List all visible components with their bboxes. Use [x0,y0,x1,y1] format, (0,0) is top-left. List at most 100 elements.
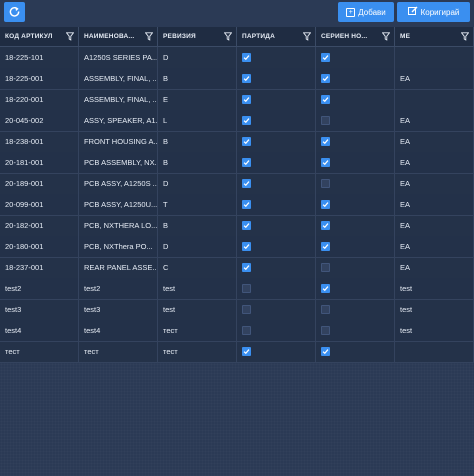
cell-unit: EA [395,257,474,278]
column-header-name[interactable]: НАИМЕНОВА... [79,27,158,46]
cell-rev: D [158,47,237,68]
table-row[interactable]: 18-220-001 ASSEMBLY, FINAL, ... E [0,89,474,111]
cell-code: test2 [0,278,79,299]
cell-serial [316,110,395,131]
batch-checkbox[interactable] [242,305,251,314]
serial-checkbox[interactable] [321,137,330,146]
serial-checkbox[interactable] [321,221,330,230]
cell-serial [316,320,395,341]
cell-unit [395,341,474,362]
batch-checkbox[interactable] [242,74,251,83]
batch-checkbox[interactable] [242,95,251,104]
filter-icon[interactable] [65,32,75,41]
column-header-code[interactable]: КОД АРТИКУЛ [0,27,79,46]
cell-rev: E [158,89,237,110]
cell-name: test4 [79,320,158,341]
table-row[interactable]: 20-045-002 ASSY, SPEAKER, A1... L EA [0,110,474,132]
column-header-unit[interactable]: МЕ [395,27,474,46]
serial-checkbox[interactable] [321,74,330,83]
cell-name: test3 [79,299,158,320]
filter-icon[interactable] [144,32,154,41]
cell-code: test4 [0,320,79,341]
batch-checkbox[interactable] [242,137,251,146]
cell-name: PCB, NXTHERA LO... [79,215,158,236]
table-row[interactable]: 18-238-001 FRONT HOUSING A... B EA [0,131,474,153]
checkmark-icon [243,180,250,187]
cell-batch [237,278,316,299]
cell-code: 20-181-001 [0,152,79,173]
batch-checkbox[interactable] [242,158,251,167]
cell-batch [237,68,316,89]
cell-name: REAR PANEL ASSE... [79,257,158,278]
table-row[interactable]: 20-180-001 PCB, NXThera PO... D EA [0,236,474,258]
table-row[interactable]: 18-237-001 REAR PANEL ASSE... C EA [0,257,474,279]
serial-checkbox[interactable] [321,326,330,335]
filter-icon[interactable] [381,32,391,41]
cell-unit: EA [395,110,474,131]
batch-checkbox[interactable] [242,326,251,335]
cell-name: FRONT HOUSING A... [79,131,158,152]
serial-checkbox[interactable] [321,116,330,125]
cell-batch [237,236,316,257]
table-row[interactable]: 18-225-001 ASSEMBLY, FINAL, ... B EA [0,68,474,90]
serial-checkbox[interactable] [321,305,330,314]
filter-icon[interactable] [460,32,470,41]
table-row[interactable]: 20-099-001 PCB ASSY, A1250U... T EA [0,194,474,216]
cell-unit: EA [395,215,474,236]
checkmark-icon [243,243,250,250]
cell-unit: test [395,320,474,341]
batch-checkbox[interactable] [242,179,251,188]
checkmark-icon [243,264,250,271]
checkmark-icon [322,348,329,355]
column-header-label: МЕ [400,33,411,40]
cell-unit: test [395,299,474,320]
cell-rev: B [158,131,237,152]
checkmark-icon [322,138,329,145]
cell-name: A1250S SERIES PA... [79,47,158,68]
column-header-batch[interactable]: ПАРТИДА [237,27,316,46]
batch-checkbox[interactable] [242,221,251,230]
serial-checkbox[interactable] [321,347,330,356]
table-row[interactable]: test4 test4 тест test [0,320,474,342]
checkmark-icon [322,243,329,250]
batch-checkbox[interactable] [242,347,251,356]
serial-checkbox[interactable] [321,242,330,251]
column-header-serial[interactable]: СЕРИЕН НО... [316,27,395,46]
table-row[interactable]: 20-182-001 PCB, NXTHERA LO... B EA [0,215,474,237]
edit-button[interactable]: Коригирай [397,2,470,22]
checkmark-icon [322,75,329,82]
filter-icon[interactable] [302,32,312,41]
cell-code: 18-225-001 [0,68,79,89]
table-row[interactable]: test2 test2 test test [0,278,474,300]
serial-checkbox[interactable] [321,179,330,188]
cell-code: 18-237-001 [0,257,79,278]
batch-checkbox[interactable] [242,116,251,125]
filter-icon[interactable] [223,32,233,41]
refresh-button[interactable] [4,2,25,22]
cell-unit: test [395,278,474,299]
checkmark-icon [322,96,329,103]
serial-checkbox[interactable] [321,200,330,209]
table-row[interactable]: 20-189-001 PCB ASSY, A1250S ... D EA [0,173,474,195]
column-header-rev[interactable]: РЕВИЗИЯ [158,27,237,46]
serial-checkbox[interactable] [321,158,330,167]
serial-checkbox[interactable] [321,263,330,272]
column-header-label: КОД АРТИКУЛ [5,33,53,40]
cell-code: 20-099-001 [0,194,79,215]
table-row[interactable]: 20-181-001 PCB ASSEMBLY, NX... B EA [0,152,474,174]
batch-checkbox[interactable] [242,53,251,62]
add-button[interactable]: + Добави [338,2,394,22]
batch-checkbox[interactable] [242,284,251,293]
table-row[interactable]: 18-225-101 A1250S SERIES PA... D [0,47,474,69]
table-row[interactable]: test3 test3 test test [0,299,474,321]
serial-checkbox[interactable] [321,284,330,293]
batch-checkbox[interactable] [242,200,251,209]
serial-checkbox[interactable] [321,53,330,62]
batch-checkbox[interactable] [242,242,251,251]
cell-serial [316,89,395,110]
cell-rev: T [158,194,237,215]
batch-checkbox[interactable] [242,263,251,272]
grid-empty-area [0,363,474,476]
serial-checkbox[interactable] [321,95,330,104]
table-row[interactable]: тест тест тест [0,341,474,363]
